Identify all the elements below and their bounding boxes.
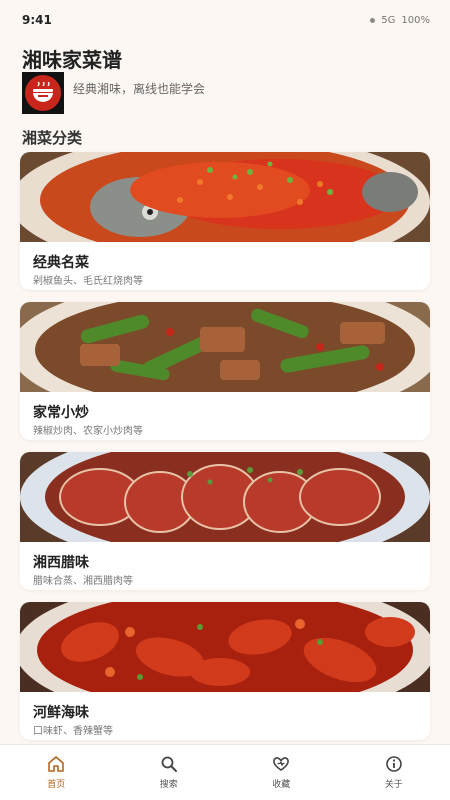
bottom-tab-bar: 首页 搜索 收藏 关于 [0,744,450,800]
search-icon [161,756,177,772]
app-logo [22,72,64,114]
category-image-fish-head [20,152,430,242]
category-title: 经典名菜 [33,255,89,271]
category-image-crayfish [20,602,430,692]
status-bar: 9:41 5G 100% [0,0,450,40]
network-label: 5G [381,14,396,26]
category-title: 湘西腊味 [33,555,89,571]
tab-favorites[interactable]: 收藏 [225,745,338,800]
category-title: 河鲜海味 [33,705,89,721]
category-desc: 辣椒炒肉、农家小炒肉等 [33,426,143,437]
category-card-cured[interactable]: 湘西腊味 腊味合蒸、湘西腊肉等 [20,452,430,590]
category-desc: 口味虾、香辣蟹等 [33,726,113,737]
category-image-stir-fry [20,302,430,392]
category-title: 家常小炒 [33,405,89,421]
tab-label: 搜索 [159,780,178,790]
status-time: 9:41 [22,13,52,27]
app-title: 湘味家菜谱 [22,48,122,72]
home-icon [48,756,65,772]
tab-label: 首页 [47,780,66,790]
section-title: 湘菜分类 [22,129,83,147]
app-subtitle: 经典湘味，离线也能学会 [73,82,206,96]
tab-about[interactable]: 关于 [338,745,450,800]
category-image-cured-meat [20,452,430,542]
category-list: 经典名菜 剁椒鱼头、毛氏红烧肉等 家常小炒 辣椒炒肉、农家小炒肉等 湘西腊味 腊… [20,152,430,752]
logo-bowl-icon [25,75,61,111]
heart-icon [273,757,290,771]
signal-dot-icon [370,17,376,23]
category-card-classic[interactable]: 经典名菜 剁椒鱼头、毛氏红烧肉等 [20,152,430,290]
tab-label: 收藏 [272,780,291,790]
tab-search[interactable]: 搜索 [113,745,226,800]
tab-home[interactable]: 首页 [0,745,113,800]
status-indicators: 5G 100% [370,15,430,26]
category-card-home-style[interactable]: 家常小炒 辣椒炒肉、农家小炒肉等 [20,302,430,440]
tab-label: 关于 [384,780,403,790]
category-card-seafood[interactable]: 河鲜海味 口味虾、香辣蟹等 [20,602,430,740]
category-desc: 剁椒鱼头、毛氏红烧肉等 [33,276,143,287]
category-desc: 腊味合蒸、湘西腊肉等 [33,576,133,587]
info-icon [385,756,402,772]
battery-label: 100% [401,14,430,26]
